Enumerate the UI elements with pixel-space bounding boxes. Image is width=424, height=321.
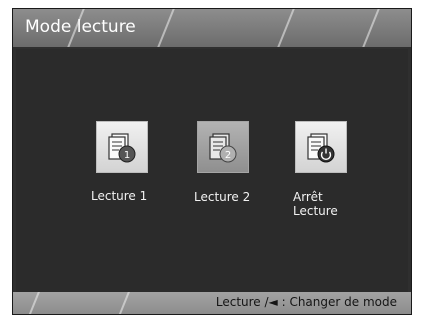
navigation-hint: Lecture /◄ : Changer de mode <box>215 295 397 309</box>
decorative-stripe <box>356 9 382 47</box>
document-badge-1-icon: 1 <box>96 121 148 173</box>
mode-option-label: Arrêt Lecture <box>293 190 338 218</box>
page-title: Mode lecture <box>25 17 136 37</box>
decorative-stripe <box>115 292 133 314</box>
document-badge-2-icon: 2 <box>197 121 249 173</box>
svg-text:1: 1 <box>124 150 130 161</box>
decorative-stripe <box>25 292 43 314</box>
mode-option-label: Lecture 2 <box>194 190 251 204</box>
osd-window: Mode lecture 1 Lecture 1 2 Lecture 2 Arr… <box>12 8 412 315</box>
decorative-stripe <box>271 9 297 47</box>
decorative-stripe <box>151 9 177 47</box>
mode-option-label: Lecture 1 <box>91 189 148 203</box>
mode-panel: 1 Lecture 1 2 Lecture 2 Arrêt Lecture <box>16 49 408 294</box>
title-bar: Mode lecture <box>13 9 411 47</box>
svg-text:2: 2 <box>225 150 231 161</box>
status-bar: Lecture /◄ : Changer de mode <box>13 292 411 314</box>
document-power-icon <box>295 121 347 173</box>
